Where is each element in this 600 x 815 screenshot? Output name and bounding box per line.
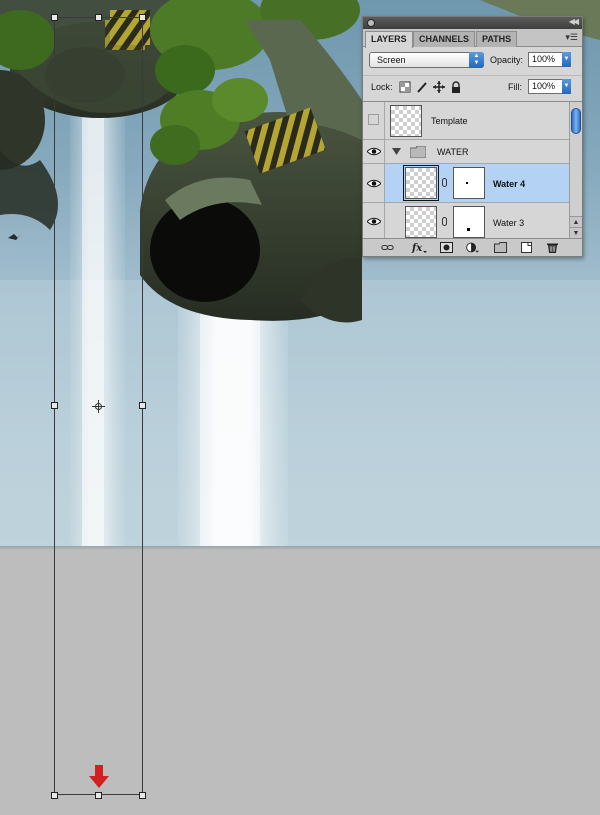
visibility-toggle-empty[interactable] — [363, 102, 385, 139]
fill-label: Fill: — [508, 82, 522, 92]
lock-all-icon[interactable] — [450, 81, 462, 93]
transform-handle-middle-right[interactable] — [139, 402, 146, 409]
layer-row-water-3[interactable]: Water 3 — [363, 203, 569, 238]
svg-text:fx: fx — [411, 243, 423, 253]
layer-mask-thumbnail[interactable] — [453, 167, 485, 199]
layer-name-water-4: Water 4 — [493, 179, 526, 189]
transform-reference-point-icon[interactable] — [92, 400, 105, 413]
transform-handle-top-left[interactable] — [51, 14, 58, 21]
layer-thumbnail — [390, 105, 422, 137]
panel-close-button[interactable] — [367, 19, 375, 27]
layer-name-water-3: Water 3 — [493, 218, 525, 228]
layer-row-water-4[interactable]: Water 4 — [363, 164, 569, 203]
mask-link-icon[interactable] — [442, 178, 447, 187]
tab-paths[interactable]: PATHS — [476, 31, 518, 47]
visibility-toggle-water[interactable] — [363, 140, 385, 163]
transform-handle-middle-left[interactable] — [51, 402, 58, 409]
adjustment-layer-icon[interactable] — [466, 242, 479, 253]
visibility-off-box — [368, 114, 379, 125]
mask-dot — [466, 182, 468, 184]
layer-group-water[interactable]: WATER — [363, 140, 569, 164]
fill-dropdown-icon[interactable]: ▼ — [562, 79, 571, 94]
visibility-toggle-water-4[interactable] — [363, 164, 385, 202]
opacity-label: Opacity: — [490, 55, 524, 65]
layer-thumbnail — [403, 165, 439, 201]
transform-handle-top-center[interactable] — [95, 14, 102, 21]
eye-icon — [367, 179, 381, 188]
fx-icon[interactable]: fx — [411, 242, 427, 253]
layer-list: Template WATER Water 4 Water 3 — [363, 101, 569, 238]
fill-field[interactable]: 100% ▼ — [528, 79, 571, 94]
folder-icon — [410, 146, 426, 158]
fill-value: 100% — [532, 81, 556, 91]
mask-link-icon[interactable] — [442, 217, 447, 226]
scrollbar-thumb[interactable] — [571, 108, 581, 134]
transform-handle-bottom-center[interactable] — [95, 792, 102, 799]
tab-layers[interactable]: LAYERS — [365, 31, 413, 48]
layer-mask-thumbnail[interactable] — [453, 206, 485, 238]
collapse-panel-icon[interactable]: ◀◀ — [569, 17, 579, 26]
visibility-toggle-water-3[interactable] — [363, 203, 385, 238]
panel-menu-icon[interactable]: ▾☰ — [565, 32, 578, 43]
lock-label: Lock: — [371, 82, 393, 92]
eye-icon — [367, 147, 381, 156]
transform-handle-bottom-right[interactable] — [139, 792, 146, 799]
scroll-up-icon[interactable]: ▲ — [570, 216, 582, 227]
tab-channels[interactable]: CHANNELS — [413, 31, 476, 47]
blend-mode-dropdown-icon[interactable]: ▲ ▼ — [469, 52, 484, 68]
opacity-field[interactable]: 100% ▼ — [528, 52, 571, 67]
lock-position-icon[interactable] — [433, 81, 445, 93]
layers-panel: ◀◀ LAYERS CHANNELS PATHS ▾☰ Screen ▲ ▼ Op… — [362, 16, 583, 257]
scroll-down-icon[interactable]: ▼ — [570, 227, 582, 238]
layer-mask-icon[interactable] — [440, 242, 453, 253]
lock-fill-row: Lock: Fill: 100% ▼ — [363, 75, 582, 97]
transform-handle-top-right[interactable] — [139, 14, 146, 21]
lock-image-pixels-icon[interactable] — [416, 81, 428, 93]
lock-transparent-pixels-icon[interactable] — [399, 81, 411, 93]
panel-titlebar[interactable]: ◀◀ — [363, 17, 582, 29]
layer-row-template[interactable]: Template — [363, 102, 569, 140]
panel-tab-bar: LAYERS CHANNELS PATHS ▾☰ — [363, 29, 582, 48]
layer-name-template: Template — [431, 116, 468, 126]
new-layer-icon[interactable] — [520, 242, 533, 253]
mask-dot — [467, 228, 470, 231]
link-layers-icon[interactable] — [381, 242, 394, 253]
drag-down-arrow-icon — [89, 765, 109, 788]
opacity-value: 100% — [532, 54, 556, 64]
trash-icon[interactable] — [546, 242, 559, 253]
blend-opacity-row: Screen ▲ ▼ Opacity: 100% ▼ — [363, 49, 582, 71]
eye-icon — [367, 217, 381, 226]
photoshop-workspace: ◀◀ LAYERS CHANNELS PATHS ▾☰ Screen ▲ ▼ Op… — [0, 0, 600, 815]
new-group-icon[interactable] — [494, 242, 507, 253]
layer-thumbnail — [405, 206, 437, 238]
panel-footer-toolbar: fx — [363, 238, 582, 256]
blend-mode-value: Screen — [377, 55, 406, 65]
layer-list-scrollbar[interactable]: ▲ ▼ — [569, 101, 582, 238]
opacity-dropdown-icon[interactable]: ▼ — [562, 52, 571, 67]
group-expand-triangle-icon[interactable] — [392, 148, 401, 155]
transform-handle-bottom-left[interactable] — [51, 792, 58, 799]
layer-name-water: WATER — [437, 147, 469, 157]
blend-mode-select[interactable]: Screen ▲ ▼ — [369, 52, 484, 68]
